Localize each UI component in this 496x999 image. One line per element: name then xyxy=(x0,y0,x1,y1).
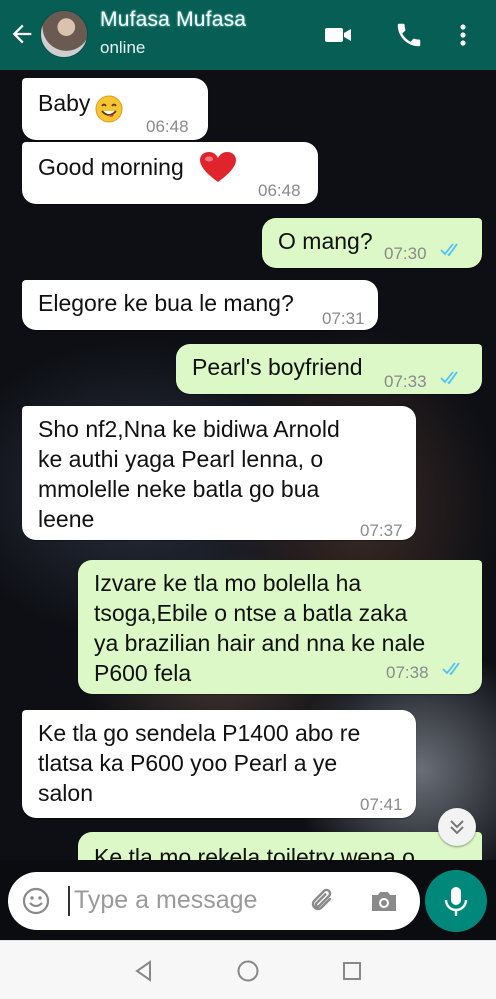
message-time: 07:37 xyxy=(360,521,403,540)
composer-bar: Type a message xyxy=(0,860,496,940)
message-time: 07:33 xyxy=(384,372,427,391)
contact-name[interactable]: Mufasa Mufasa xyxy=(100,8,246,32)
message-line: mmolelle neke batla go bua xyxy=(38,476,320,502)
microphone-icon xyxy=(444,887,468,916)
read-receipt-icon xyxy=(440,243,458,256)
message-line: P600 fela xyxy=(94,660,192,686)
message-line: salon xyxy=(38,780,93,806)
message-bubble-incoming[interactable]: Ke tla go sendela P1400 abo re tlatsa ka… xyxy=(22,710,416,818)
message-text: O mang? xyxy=(278,228,373,254)
message-time: 06:48 xyxy=(146,117,189,136)
read-receipt-icon xyxy=(442,662,460,675)
more-options-icon[interactable] xyxy=(452,20,474,50)
back-arrow-icon[interactable] xyxy=(8,20,36,48)
smiling-face-icon xyxy=(95,95,123,123)
message-bubble-outgoing[interactable]: Izvare ke tla mo bolella ha tsoga,Ebile … xyxy=(78,560,482,694)
message-line: tlatsa ka P600 yoo Pearl a ye xyxy=(38,750,338,776)
message-text: Pearl's boyfriend xyxy=(192,354,363,380)
message-line: Sho nf2,Nna ke bidiwa Arnold xyxy=(38,416,340,442)
message-bubble-incoming[interactable]: Baby 06:48 xyxy=(22,78,208,140)
message-placeholder: Type a message xyxy=(74,886,258,914)
message-time: 07:41 xyxy=(360,795,403,814)
text-cursor xyxy=(68,886,70,916)
double-chevron-down-icon xyxy=(450,820,464,835)
message-time: 07:38 xyxy=(386,663,429,682)
message-bubble-incoming[interactable]: Sho nf2,Nna ke bidiwa Arnold ke authi ya… xyxy=(22,406,416,540)
read-receipt-icon xyxy=(440,371,458,384)
message-line: ke authi yaga Pearl lenna, o xyxy=(38,446,324,472)
message-line: Izvare ke tla mo bolella ha xyxy=(94,570,362,596)
message-bubble-outgoing[interactable]: Ke tla mo rekela toiletry wena o xyxy=(78,832,482,860)
voice-call-icon[interactable] xyxy=(393,20,425,50)
message-time: 07:31 xyxy=(322,309,365,328)
message-line: Ke tla go sendela P1400 abo re xyxy=(38,720,361,746)
message-bubble-incoming[interactable]: Good morning 06:48 xyxy=(22,142,318,204)
message-text: Izvare ke tla mo bolella ha tsoga,Ebile … xyxy=(94,568,425,688)
video-call-icon[interactable] xyxy=(322,20,354,50)
contact-avatar[interactable] xyxy=(40,10,88,58)
message-bubble-incoming[interactable]: Elegore ke bua le mang? 07:31 xyxy=(22,280,378,330)
chat-header: Mufasa Mufasa online xyxy=(0,0,496,70)
message-line: ya brazilian hair and nna ke nale xyxy=(94,630,426,656)
scroll-to-bottom-button[interactable] xyxy=(438,808,476,846)
message-line: tsoga,Ebile o ntse a batla zaka xyxy=(94,600,408,626)
camera-icon[interactable] xyxy=(368,886,400,916)
message-text: Good morning xyxy=(38,154,184,180)
message-text: Ke tla go sendela P1400 abo re tlatsa ka… xyxy=(38,718,360,808)
nav-back-icon[interactable] xyxy=(132,959,156,983)
message-text: Baby xyxy=(38,90,91,116)
voice-message-button[interactable] xyxy=(425,870,487,932)
red-heart-icon xyxy=(200,152,236,182)
message-time: 07:30 xyxy=(384,244,427,263)
nav-home-icon[interactable] xyxy=(236,959,260,983)
message-bubble-outgoing[interactable]: O mang? 07:30 xyxy=(262,218,482,268)
message-input[interactable]: Type a message xyxy=(8,872,420,930)
message-text: Ke tla mo rekela toiletry wena o xyxy=(94,844,415,860)
nav-recents-icon[interactable] xyxy=(340,959,364,983)
system-navigation-bar xyxy=(0,940,496,999)
contact-status: online xyxy=(100,38,146,57)
paperclip-icon[interactable] xyxy=(308,886,338,916)
message-text: Sho nf2,Nna ke bidiwa Arnold ke authi ya… xyxy=(38,414,340,534)
emoji-icon[interactable] xyxy=(22,887,50,915)
message-text: Elegore ke bua le mang? xyxy=(38,290,294,316)
message-time: 06:48 xyxy=(258,181,301,200)
chat-area[interactable]: Baby 06:48 Good morning 06:48 O mang? 07… xyxy=(0,70,496,860)
message-line: leene xyxy=(38,506,95,532)
message-bubble-outgoing[interactable]: Pearl's boyfriend 07:33 xyxy=(176,344,482,394)
